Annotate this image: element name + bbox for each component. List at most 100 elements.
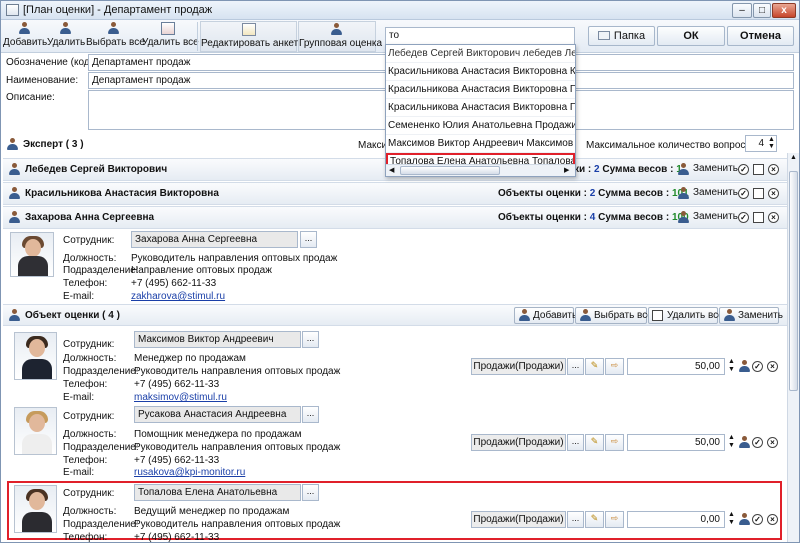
employee-field[interactable]: Максимов Виктор Андреевич [134,331,301,348]
select-icon[interactable] [753,212,764,223]
employee-field[interactable]: Топалова Елена Анатольевна [134,484,301,501]
select-all-icon [579,309,592,322]
employee-field[interactable]: Захарова Анна Сергеевна [131,231,298,248]
dept-value: Направление оптовых продаж [131,265,272,276]
confirm-icon[interactable]: ✓ [752,361,763,372]
suggestion-item[interactable]: Максимов Виктор Андреевич Максимов Мак [386,135,575,153]
spinner-arrows-icon[interactable]: ▲ ▼ [767,136,776,151]
group-picker-button[interactable]: ... [567,434,584,451]
max-questions-label: Максимальное количество вопросов : [586,140,762,151]
expert-icon [6,138,19,151]
select-icon[interactable] [753,164,764,175]
remove-icon[interactable]: × [767,514,778,525]
group-eval-button[interactable]: Групповая оценка [298,21,382,52]
suggestion-item[interactable]: Семененко Юлия Анатольевна Продажи(Прод [386,117,575,135]
confirm-icon[interactable]: ✓ [738,212,749,223]
suggestion-item[interactable]: Красильникова Анастасия Викторовна Прода… [386,81,575,99]
objects-header-bar: Объект оценки ( 4 ) Добавить Выбрать все… [3,304,798,326]
add-button[interactable]: Добавить [3,21,47,52]
spinner-arrows-icon[interactable]: ▲ ▼ [727,358,736,375]
weight-input[interactable]: 0,00 [627,511,725,528]
brush-icon[interactable]: ✎ [585,358,604,375]
expert-stats: Объекты оценки : 2 Сумма весов : 101 [498,188,689,199]
spinner-arrows-icon[interactable]: ▲ ▼ [727,434,736,451]
group-field[interactable]: Продажи(Продажи) [471,511,566,528]
scroll-up-icon[interactable]: ▲ [789,154,798,162]
arrow-icon[interactable]: ⇨ [605,511,624,528]
edit-form-icon [241,23,256,36]
email-link[interactable]: zakharova@stimul.ru [131,291,225,302]
delete-all-button[interactable]: Удалить все [142,21,199,52]
objects-add-button[interactable]: Добавить [514,307,577,324]
email-link[interactable]: rusakova@kpi-monitor.ru [134,467,245,478]
search-suggestions: Лебедев Сергей Викторович лебедев Лебеде… [385,44,576,177]
remove-icon[interactable]: × [768,212,779,223]
cancel-button[interactable]: Отмена [727,26,794,46]
expert-stats: Объекты оценки : 4 Сумма весов : 100 [498,212,689,223]
scroll-right-icon[interactable]: ▶ [564,166,569,174]
group-picker-button[interactable]: ... [567,511,584,528]
select-all-button[interactable]: Выбрать все [86,21,145,52]
ok-button[interactable]: ОК [657,26,725,46]
weight-input[interactable]: 50,00 [627,434,725,451]
arrow-icon[interactable]: ⇨ [605,434,624,451]
scroll-left-icon[interactable]: ◀ [389,166,394,174]
user-swap-icon[interactable] [738,513,751,526]
confirm-icon[interactable]: ✓ [752,437,763,448]
expert-row-2[interactable]: Красильникова Анастасия Викторовна Объек… [3,182,798,205]
arrow-icon[interactable]: ⇨ [605,358,624,375]
suggestion-item[interactable]: Красильникова Анастасия Викторовна Прода… [386,99,575,117]
brush-icon[interactable]: ✎ [585,511,604,528]
remove-icon[interactable]: × [768,164,779,175]
spinner-arrows-icon[interactable]: ▲ ▼ [727,511,736,528]
scroll-thumb[interactable] [789,171,798,391]
vertical-scrollbar[interactable]: ▲ [787,153,799,542]
brush-icon[interactable]: ✎ [585,434,604,451]
email-link[interactable]: maksimov@stimul.ru [134,392,227,403]
edit-form-button[interactable]: Редактировать анкету [200,21,303,52]
employee-picker-button[interactable]: ... [302,406,319,423]
popup-scroll-thumb[interactable] [400,166,500,175]
replace-icon [677,211,690,224]
user-swap-icon[interactable] [738,360,751,373]
group-field[interactable]: Продажи(Продажи) [471,358,566,375]
select-users-icon [107,22,121,35]
employee-field[interactable]: Русакова Анастасия Андреевна [134,406,301,423]
suggestion-item[interactable]: Лебедев Сергей Викторович лебедев Лебеде… [386,45,575,63]
maximize-button[interactable]: □ [753,3,771,18]
folder-button[interactable]: Папка [588,26,655,46]
objects-count: 2 [594,164,600,175]
suggestion-item[interactable]: Красильникова Анастасия Викторовна Краси… [386,63,575,81]
remove-icon[interactable]: × [767,437,778,448]
employee-picker-button[interactable]: ... [300,231,317,248]
weight-input[interactable]: 50,00 [627,358,725,375]
add-icon [518,309,531,322]
remove-icon[interactable]: × [767,361,778,372]
add-user-icon [18,22,32,35]
employee-label: Сотрудник: [63,411,115,422]
minimize-button[interactable]: – [732,3,752,18]
replace-button[interactable]: Заменить [677,211,738,224]
objects-replace-button[interactable]: Заменить [719,307,783,324]
employee-picker-button[interactable]: ... [302,484,319,501]
confirm-icon[interactable]: ✓ [752,514,763,525]
confirm-icon[interactable]: ✓ [738,164,749,175]
objects-select-all-button[interactable]: Выбрать все [575,307,653,324]
user-swap-icon[interactable] [738,436,751,449]
select-icon[interactable] [753,188,764,199]
confirm-icon[interactable]: ✓ [738,188,749,199]
group-field[interactable]: Продажи(Продажи) [471,434,566,451]
remove-icon[interactable]: × [768,188,779,199]
delete-button[interactable]: Удалить [47,21,85,52]
close-button[interactable]: x [772,3,796,18]
replace-button[interactable]: Заменить [677,163,738,175]
search-input[interactable]: то [385,27,575,45]
replace-button[interactable]: Заменить [677,187,738,199]
popup-horizontal-scrollbar[interactable]: ◀ ▶ [386,164,575,176]
expert-row-3[interactable]: Захарова Анна Сергеевна Объекты оценки :… [3,206,798,229]
employee-picker-button[interactable]: ... [302,331,319,348]
phone-value: +7 (495) 662-11-33 [134,379,220,390]
objects-delete-all-button[interactable]: Удалить все [648,307,724,324]
group-picker-button[interactable]: ... [567,358,584,375]
remove-user-icon [59,22,73,35]
